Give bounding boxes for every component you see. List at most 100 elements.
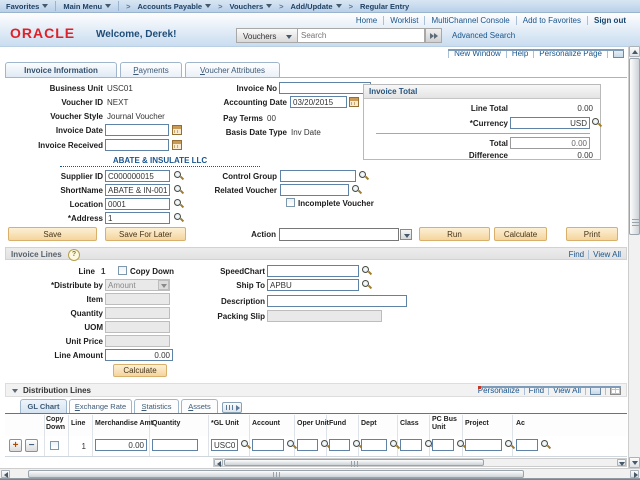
address-lookup-icon[interactable] [173, 212, 184, 223]
advanced-search-link[interactable]: Advanced Search [452, 31, 515, 40]
help-icon[interactable] [68, 249, 80, 261]
row-merchandise-amt-field[interactable] [95, 439, 147, 451]
control-group-field[interactable] [280, 170, 356, 182]
add-row-button[interactable]: + [9, 439, 22, 452]
tab-statistics[interactable]: Statistics [134, 399, 179, 413]
scroll-left-button[interactable] [1, 470, 10, 478]
add-to-favorites-link[interactable]: Add to Favorites [523, 16, 581, 25]
row-quantity-field[interactable] [152, 439, 198, 451]
search-scope-dropdown[interactable]: Vouchers [236, 28, 298, 43]
row-gl-unit-field[interactable] [211, 439, 238, 451]
related-voucher-field[interactable] [280, 184, 349, 196]
calculate-button[interactable]: Calculate [494, 227, 547, 241]
invoice-received-field[interactable] [105, 139, 169, 151]
tab-gl-chart[interactable]: GL Chart [20, 399, 67, 413]
ship-to-field[interactable] [267, 279, 359, 291]
tab-payments[interactable]: Payments [120, 62, 182, 78]
address-field[interactable] [105, 212, 170, 224]
http-icon[interactable] [613, 49, 624, 58]
run-button[interactable]: Run [419, 227, 490, 241]
scroll-left-button[interactable] [214, 459, 223, 466]
distribute-by-select[interactable]: Amount [105, 279, 170, 291]
invoice-date-field[interactable] [105, 124, 169, 136]
scroll-right-button[interactable] [630, 470, 639, 478]
business-unit-value: USC01 [107, 84, 133, 93]
account-lookup-icon[interactable] [286, 439, 297, 450]
row-class-field[interactable] [400, 439, 422, 451]
currency-field[interactable] [510, 117, 590, 129]
search-input[interactable] [297, 28, 425, 43]
row-dept-field[interactable] [361, 439, 387, 451]
delete-row-button[interactable]: − [25, 439, 38, 452]
location-field[interactable] [105, 198, 170, 210]
supplier-id-field[interactable] [105, 170, 170, 182]
row-project-field[interactable] [465, 439, 502, 451]
tab-voucher-attributes[interactable]: Voucher Attributes [185, 62, 280, 78]
row-pc-bus-unit-field[interactable] [432, 439, 454, 451]
ship-to-lookup-icon[interactable] [361, 279, 372, 290]
save-button[interactable]: Save [8, 227, 97, 241]
find-link[interactable]: Find [569, 250, 585, 259]
invoice-no-field[interactable] [279, 82, 371, 94]
clipped-lookup-icon[interactable] [540, 439, 551, 450]
tab-invoice-information[interactable]: Invoice Information [5, 62, 117, 78]
tab-assets[interactable]: Assets [181, 399, 218, 413]
breadcrumb-item-regular-entry[interactable]: Regular Entry [360, 2, 409, 11]
view-all-link[interactable]: View All [593, 250, 621, 259]
scroll-down-button[interactable] [629, 457, 640, 468]
grid-hscroll-thumb[interactable] [224, 459, 484, 466]
scroll-down-button[interactable] [617, 459, 626, 466]
incomplete-voucher-checkbox[interactable] [286, 198, 295, 207]
related-voucher-lookup-icon[interactable] [351, 184, 362, 195]
accounting-date-field[interactable] [290, 96, 347, 108]
breadcrumb-item-main-menu[interactable]: Main Menu [63, 2, 111, 11]
line-amount-field[interactable] [105, 349, 173, 361]
print-button[interactable]: Print [566, 227, 618, 241]
speedchart-lookup-icon[interactable] [361, 265, 372, 276]
speedchart-field[interactable] [267, 265, 359, 277]
breadcrumb-item-vouchers[interactable]: Vouchers [230, 2, 273, 11]
copy-down-checkbox[interactable] [118, 266, 127, 275]
home-link[interactable]: Home [356, 16, 377, 25]
grid-hscrollbar[interactable] [213, 458, 627, 467]
row-copy-down-checkbox[interactable] [50, 441, 59, 450]
currency-lookup-icon[interactable] [591, 117, 602, 128]
calendar-icon[interactable] [349, 97, 359, 107]
line-calculate-button[interactable]: Calculate [113, 364, 167, 377]
ship-to-label: Ship To [180, 281, 265, 290]
breadcrumb-item-favorites[interactable]: Favorites [6, 2, 48, 11]
breadcrumb-item-accounts-payable[interactable]: Accounts Payable [138, 2, 212, 11]
save-for-later-button[interactable]: Save For Later [105, 227, 186, 241]
sign-out-link[interactable]: Sign out [594, 16, 626, 25]
description-field[interactable] [267, 295, 407, 307]
row-account-field[interactable] [252, 439, 284, 451]
page-hscroll-thumb[interactable] [28, 470, 524, 478]
row-clipped-field[interactable] [516, 439, 538, 451]
total-field[interactable] [510, 137, 590, 149]
location-lookup-icon[interactable] [173, 198, 184, 209]
calendar-icon[interactable] [172, 140, 182, 150]
page-vscroll-thumb[interactable] [629, 58, 640, 235]
action-select[interactable] [279, 228, 399, 241]
search-go-button[interactable] [425, 28, 442, 43]
row-fund-field[interactable] [329, 439, 350, 451]
tab-exchange-rate[interactable]: Exchange Rate [69, 399, 132, 413]
page-hscrollbar[interactable] [0, 468, 640, 478]
row-oper-unit-field[interactable] [297, 439, 318, 451]
dept-lookup-icon[interactable] [389, 439, 400, 450]
zoom-grid-icon[interactable] [590, 386, 601, 395]
project-lookup-icon[interactable] [504, 439, 515, 450]
scroll-up-button[interactable] [629, 46, 640, 57]
breadcrumb-item-add-update[interactable]: Add/Update [291, 2, 342, 11]
control-group-lookup-icon[interactable] [358, 170, 369, 181]
shortname-field[interactable] [105, 184, 170, 196]
action-dropdown-button[interactable] [400, 229, 412, 240]
multichannel-console-link[interactable]: MultiChannel Console [431, 16, 509, 25]
worklist-link[interactable]: Worklist [390, 16, 418, 25]
show-all-columns-button[interactable] [222, 402, 242, 413]
column-divider [208, 415, 209, 456]
page-vscrollbar[interactable] [628, 46, 640, 468]
gl-unit-lookup-icon[interactable] [240, 439, 251, 450]
supplier-name-link[interactable]: ABATE & INSULATE LLC [60, 156, 260, 167]
collapse-section-icon[interactable] [12, 389, 18, 393]
